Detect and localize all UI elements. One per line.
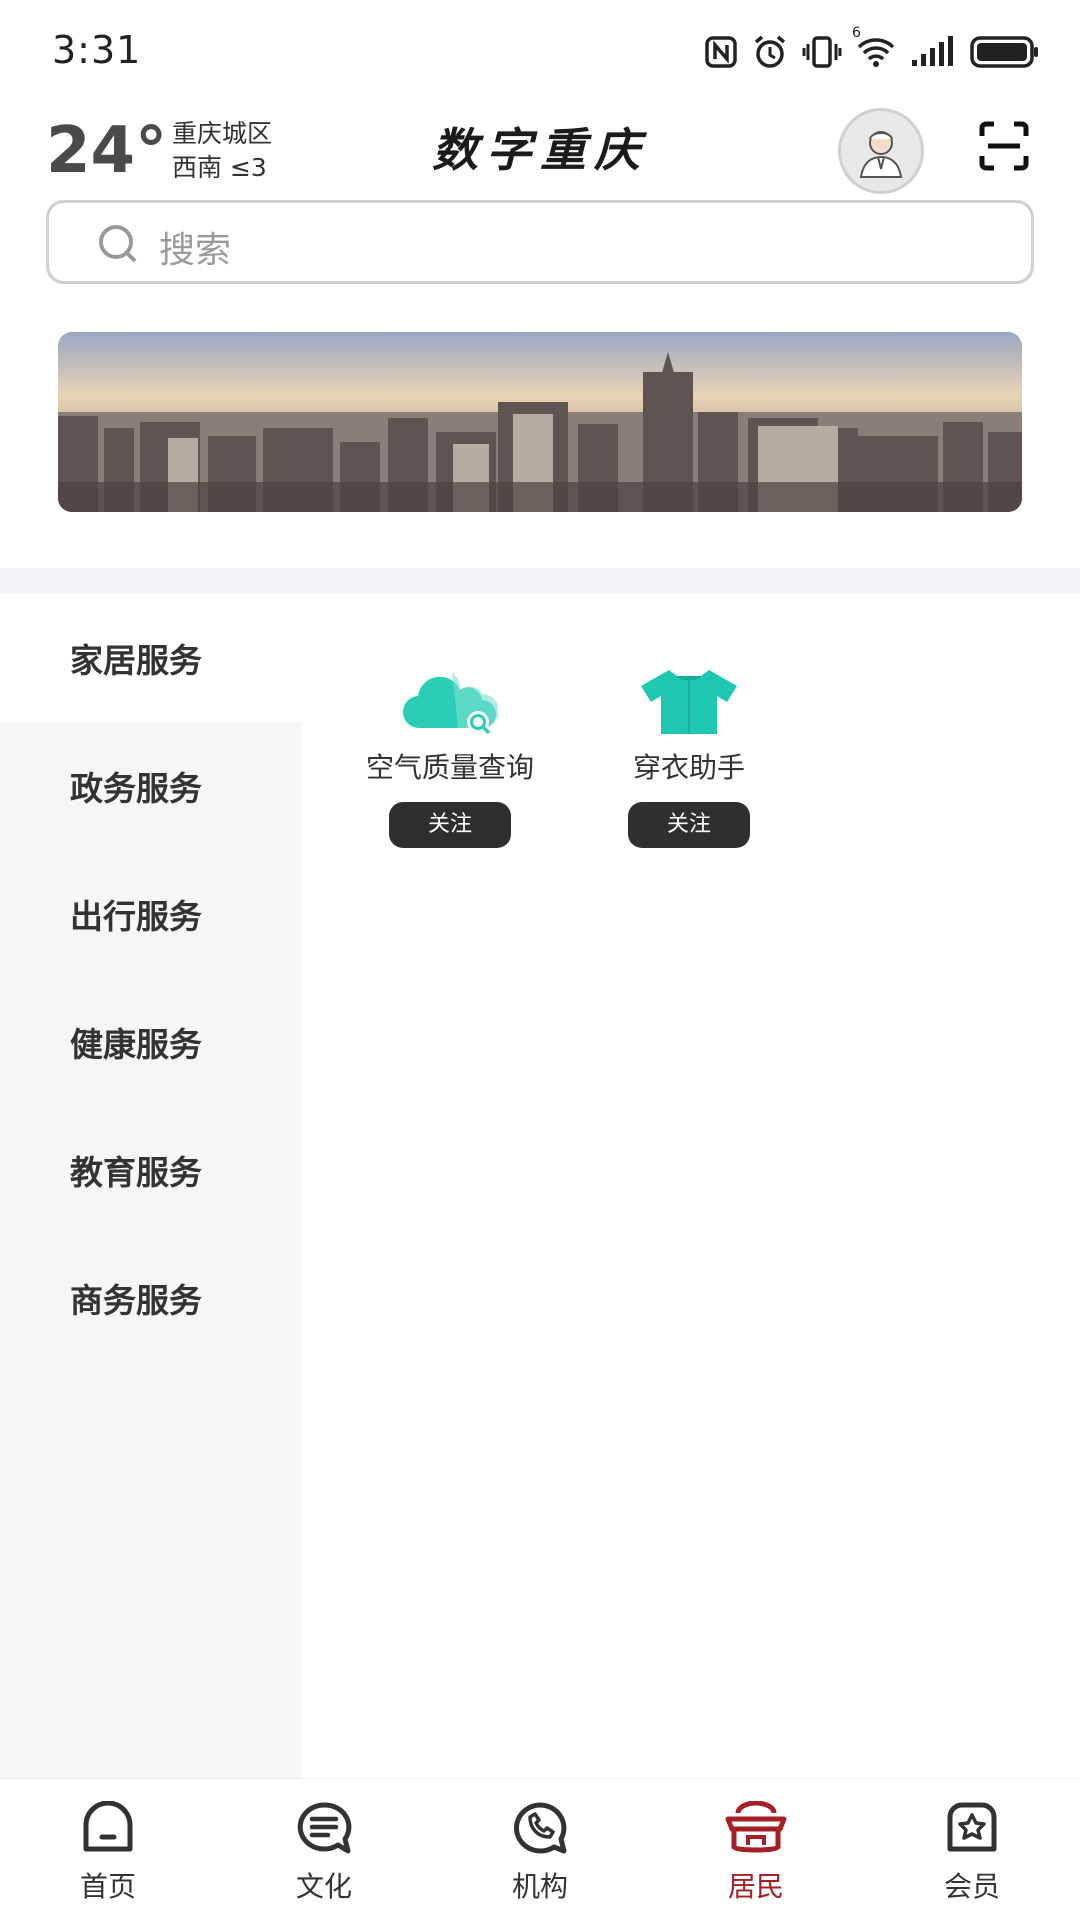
- nfc-icon: [704, 35, 738, 69]
- sidebar-item-education-services[interactable]: 教育服务: [0, 1106, 302, 1234]
- follow-button[interactable]: 关注: [628, 802, 750, 848]
- sidebar-item-travel-services[interactable]: 出行服务: [0, 850, 302, 978]
- wifi-icon: 6: [852, 25, 896, 69]
- wifi-badge: 6: [852, 25, 861, 41]
- sidebar-item-business-services[interactable]: 商务服务: [0, 1234, 302, 1362]
- battery-icon: [970, 35, 1040, 69]
- scan-icon: [979, 121, 1029, 171]
- service-name: 空气质量查询: [365, 751, 534, 784]
- alarm-icon: [752, 34, 788, 70]
- nav-label: 文化: [295, 1870, 352, 1903]
- nav-label: 居民: [727, 1870, 784, 1903]
- wind-info: 西南 ≤3: [172, 153, 267, 182]
- nav-item-residents[interactable]: 居民: [648, 1779, 864, 1920]
- category-sidebar: 家居服务 政务服务 出行服务 健康服务 教育服务 商务服务: [0, 594, 302, 1778]
- signal-icon: [910, 36, 956, 68]
- weather-location: 重庆城区: [172, 119, 273, 148]
- service-name: 穿衣助手: [632, 751, 745, 784]
- status-icons: 6: [704, 25, 1040, 72]
- city-banner[interactable]: [58, 332, 1022, 512]
- search-icon: [97, 223, 139, 269]
- header: 24° 重庆城区 西南 ≤3 数字重庆: [0, 100, 1080, 200]
- service-air-quality[interactable]: 空气质量查询 关注: [335, 644, 565, 848]
- service-dressing-assistant[interactable]: 穿衣助手 关注: [574, 644, 804, 848]
- user-avatar-icon: [859, 131, 903, 178]
- scan-button[interactable]: [978, 120, 1030, 172]
- status-bar: 3:31 6: [0, 0, 1080, 100]
- service-list: 空气质量查询 关注 穿衣助手 关注: [302, 594, 1080, 1778]
- nav-label: 会员: [943, 1870, 1000, 1903]
- nav-label: 首页: [79, 1870, 136, 1903]
- culture-icon: [297, 1802, 352, 1854]
- vibrate-icon: [802, 35, 842, 69]
- app-title: 数字重庆: [432, 123, 648, 177]
- search-placeholder: 搜索: [159, 230, 232, 271]
- phone-icon: [513, 1802, 567, 1854]
- nav-item-culture[interactable]: 文化: [216, 1779, 432, 1920]
- residents-icon: [725, 1801, 787, 1853]
- section-divider: [0, 568, 1080, 594]
- sidebar-item-government-services[interactable]: 政务服务: [0, 722, 302, 850]
- nav-label: 机构: [511, 1870, 568, 1903]
- sidebar-item-health-services[interactable]: 健康服务: [0, 978, 302, 1106]
- city-skyline-image: [58, 332, 1022, 512]
- tshirt-icon: [641, 670, 737, 734]
- home-icon: [83, 1801, 133, 1852]
- temperature: 24°: [46, 114, 168, 188]
- nav-item-institution[interactable]: 机构: [432, 1779, 648, 1920]
- avatar[interactable]: [838, 108, 924, 194]
- nav-item-home[interactable]: 首页: [0, 1779, 216, 1920]
- bottom-nav: 首页 文化 机构 居民 会员: [0, 1778, 1080, 1920]
- status-time: 3:31: [52, 28, 142, 72]
- member-icon: [947, 1802, 997, 1852]
- search-bar[interactable]: 搜索: [46, 200, 1034, 284]
- nav-item-member[interactable]: 会员: [864, 1779, 1080, 1920]
- sidebar-item-home-services[interactable]: 家居服务: [0, 594, 302, 722]
- follow-button[interactable]: 关注: [389, 802, 511, 848]
- cloud-search-icon: [402, 672, 498, 734]
